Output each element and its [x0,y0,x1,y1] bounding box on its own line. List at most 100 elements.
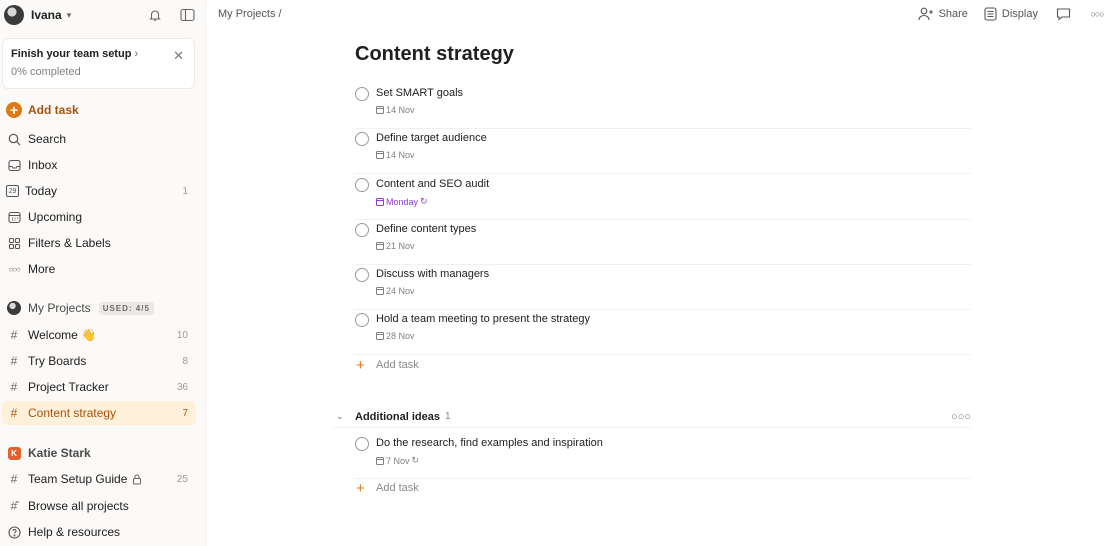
task-item[interactable]: Define target audience 14 Nov [354,129,971,174]
nav-upcoming[interactable]: Upcoming [2,205,196,229]
nav-more[interactable]: ○○○ More [2,257,196,281]
task-name[interactable]: Define content types [376,223,476,235]
nav-label: More [28,262,56,276]
usage-badge: USED: 4/5 [98,301,154,315]
lock-icon [132,474,142,485]
add-task-label: Add task [376,359,419,371]
add-task-label: Add task [28,103,79,117]
display-label: Display [1001,8,1038,20]
sidebar-toggle-icon[interactable] [178,6,196,24]
project-content-strategy[interactable]: # Content strategy 7 [2,401,196,425]
project-label: Content strategy [28,406,117,420]
section-name[interactable]: Additional ideas [355,411,440,423]
user-avatar[interactable] [4,5,24,25]
task-name[interactable]: Set SMART goals [376,87,463,99]
page-title: Content strategy [355,43,514,65]
task-checkbox[interactable] [355,87,369,101]
hash-icon: # [10,354,18,368]
project-label: Try Boards [28,354,87,368]
close-icon[interactable]: ✕ [173,49,184,62]
task-due-date[interactable]: 28 Nov [376,331,415,341]
plus-icon: + [356,479,365,497]
search-icon [6,131,22,147]
header-actions: Share Display ○○○ [918,4,1106,24]
display-button[interactable]: Display [984,7,1038,21]
task-due-date[interactable]: 7 Nov ↻ [376,455,419,466]
comment-icon[interactable] [1054,5,1072,23]
task-item[interactable]: Do the research, find examples and inspi… [354,434,971,479]
breadcrumb[interactable]: My Projects / [218,8,282,20]
project-tracker[interactable]: # Project Tracker 36 [2,375,196,399]
task-item[interactable]: Set SMART goals 14 Nov [354,84,971,129]
task-item[interactable]: Discuss with managers 24 Nov [354,265,971,310]
display-icon [984,7,997,21]
nav-label: Today [25,184,58,198]
help-label: Help & resources [28,525,121,539]
task-due-date[interactable]: 24 Nov [376,286,415,296]
hash-icon: # [10,380,18,394]
team-setup-card[interactable]: Finish your team setup › 0% completed ✕ [2,38,195,89]
task-item[interactable]: Content and SEO audit Monday ↻ [354,175,971,220]
task-name[interactable]: Discuss with managers [376,268,489,280]
project-try-boards[interactable]: # Try Boards 8 [2,349,196,373]
chevron-down-icon[interactable]: ▾ [67,10,72,21]
setup-card-title[interactable]: Finish your team setup › [11,48,186,60]
project-welcome[interactable]: # Welcome 👋 10 [2,323,196,347]
task-item[interactable]: Hold a team meeting to present the strat… [354,310,971,355]
share-button[interactable]: Share [918,7,968,21]
nav-label: Upcoming [28,210,83,224]
task-checkbox[interactable] [355,223,369,237]
my-projects-header[interactable]: My Projects USED: 4/5 [2,296,196,320]
add-task-button[interactable]: + Add task [2,98,196,122]
add-task-inline[interactable]: + Add task [354,478,554,498]
nav-label: Search [28,132,67,146]
bell-icon[interactable] [146,6,164,24]
plus-icon: + [6,102,22,118]
nav-search[interactable]: Search [2,127,196,151]
calendar-icon [376,106,384,114]
project-label: Project Tracker [28,380,109,394]
chevron-down-icon[interactable]: ⌄ [334,411,355,422]
nav-inbox[interactable]: Inbox [2,153,196,177]
browse-label: Browse all projects [28,499,129,513]
browse-all-projects[interactable]: #̂ Browse all projects [2,494,196,518]
task-due-date[interactable]: 14 Nov [376,150,415,160]
add-task-label: Add task [376,482,419,494]
task-due-date[interactable]: 21 Nov [376,241,415,251]
nav-filters-labels[interactable]: Filters & Labels [2,231,196,255]
project-team-setup-guide[interactable]: # Team Setup Guide 25 [2,467,196,491]
user-name[interactable]: Ivana [31,8,62,22]
calendar-icon [376,287,384,295]
task-checkbox[interactable] [355,437,369,451]
sidebar: Ivana ▾ Finish your team setup › 0% comp… [0,0,206,546]
project-count: 10 [176,329,188,341]
task-due-date[interactable]: 14 Nov [376,105,415,115]
more-icon[interactable]: ○○○ [1088,5,1106,23]
chevron-right-icon: › [134,48,139,60]
calendar-icon [6,209,22,225]
task-name[interactable]: Hold a team meeting to present the strat… [376,313,590,325]
section-additional-ideas[interactable]: ⌄ Additional ideas 1 ○○○ [334,406,971,428]
task-checkbox[interactable] [355,178,369,192]
task-checkbox[interactable] [355,268,369,282]
task-item[interactable]: Define content types 21 Nov [354,220,971,265]
setup-card-progress: 0% completed [11,66,81,78]
team-header[interactable]: K Katie Stark [2,441,196,465]
calendar-icon [376,151,384,159]
nav-today[interactable]: 29 Today 1 [2,179,196,203]
task-name[interactable]: Do the research, find examples and inspi… [376,437,603,449]
user-avatar-small [7,301,21,315]
task-name[interactable]: Define target audience [376,132,487,144]
add-task-inline[interactable]: + Add task [354,355,554,375]
help-icon [6,524,22,540]
task-checkbox[interactable] [355,313,369,327]
task-checkbox[interactable] [355,132,369,146]
nav-label: Filters & Labels [28,236,111,250]
more-icon[interactable]: ○○○ [951,411,971,423]
task-due-date[interactable]: Monday ↻ [376,196,428,207]
share-label: Share [938,8,968,20]
task-name[interactable]: Content and SEO audit [376,178,489,190]
hash-icon: # [10,406,18,420]
help-resources[interactable]: Help & resources [2,520,196,544]
grid-icon [6,235,22,251]
